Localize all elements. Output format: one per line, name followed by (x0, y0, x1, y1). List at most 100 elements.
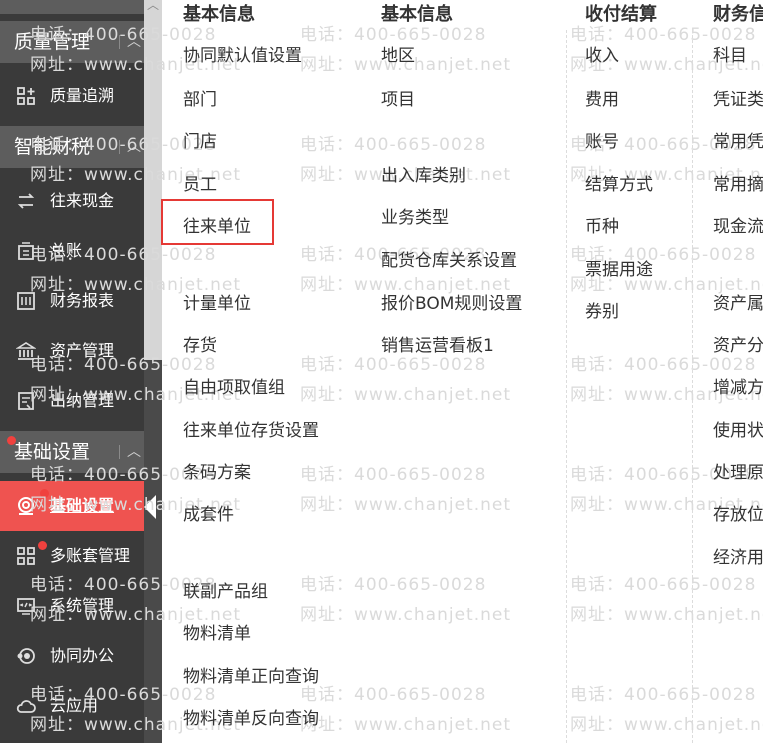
sidebar-group-basic-settings[interactable]: 基础设置 ︿ (0, 431, 144, 473)
sidebar-item-multi-account[interactable]: 多账套管理 (0, 531, 144, 581)
menu-item[interactable]: 物料清单正向查询 (183, 662, 319, 687)
collab-icon (17, 648, 35, 664)
sidebar-item-label: 总账 (50, 241, 83, 260)
menu-item[interactable]: 账号 (585, 127, 619, 152)
settings-icon (18, 497, 34, 515)
scroll-up-icon[interactable]: ︿ (144, 0, 162, 12)
menu-item[interactable]: 物料清单 (183, 619, 251, 644)
menu-item[interactable]: 凭证类 (713, 85, 763, 110)
sidebar-item-label: 财务报表 (50, 291, 115, 310)
sidebar-group-label: 智能财税 (14, 136, 91, 158)
menu-item[interactable]: 科目 (713, 41, 747, 66)
sidebar-item-basic-settings[interactable]: 基础设置 (0, 481, 144, 531)
menu-item[interactable]: 收入 (585, 41, 619, 66)
menu-item[interactable]: 配货仓库关系设置 (381, 246, 517, 271)
sidebar-item-label: 云应用 (50, 696, 99, 715)
chevron-up-icon[interactable]: ︿ (124, 126, 144, 168)
menu-item[interactable]: 门店 (183, 127, 217, 152)
sidebar-item-quality-trace[interactable]: 质量追溯 (0, 71, 144, 121)
sidebar-group-tax[interactable]: 智能财税 ︿ (0, 126, 144, 168)
sidebar-item-cashier[interactable]: 出纳管理 (0, 376, 144, 426)
menu-item[interactable]: 经济用 (713, 543, 763, 568)
menu-item[interactable]: 资产分 (713, 331, 763, 356)
watermark-phone: 电话：400-665-0028 (570, 575, 757, 595)
scrollbar-lower (144, 360, 162, 743)
watermark-web: 网址：www.chanjet.net (300, 385, 512, 405)
sidebar-item-cloud[interactable]: 云应用 (0, 681, 144, 731)
sidebar-item-label: 质量追溯 (50, 86, 115, 105)
watermark-web: 网址：www.chanjet.net (570, 715, 763, 735)
chevron-up-icon[interactable]: ︿ (124, 431, 144, 473)
sidebar-top-partial (0, 0, 144, 14)
menu-item[interactable]: 协同默认值设置 (183, 41, 302, 66)
menu-item[interactable]: 联副产品组 (183, 577, 268, 602)
notification-dot (40, 489, 49, 498)
multi-account-icon (17, 547, 35, 565)
sidebar: 质量管理 ︿ 质量追溯 智能财税 ︿ 往来现金 总账 财务报表 资产管理 出纳管… (0, 0, 144, 743)
sidebar-group-quality[interactable]: 质量管理 ︿ (0, 21, 144, 63)
sidebar-item-asset[interactable]: 资产管理 (0, 326, 144, 376)
sidebar-item-label: 基础设置 (50, 496, 115, 515)
menu-item[interactable]: 常用凭 (713, 127, 763, 152)
menu-item[interactable]: 销售运营看板1 (381, 331, 494, 356)
menu-item[interactable]: 条码方案 (183, 458, 251, 483)
column-title: 基本信息 (183, 4, 255, 25)
sidebar-item-label: 多账套管理 (50, 546, 131, 565)
sidebar-item-report[interactable]: 财务报表 (0, 276, 144, 326)
sidebar-item-label: 系统管理 (50, 596, 115, 615)
menu-item[interactable]: 现金流 (713, 212, 763, 237)
sidebar-item-cash[interactable]: 往来现金 (0, 176, 144, 226)
sidebar-group-label: 质量管理 (14, 31, 91, 53)
watermark-phone: 电话：400-665-0028 (300, 465, 487, 485)
menu-item[interactable]: 增减方 (713, 373, 763, 398)
column-title: 财务信 (713, 4, 763, 25)
scrollbar-thumb[interactable] (144, 0, 162, 360)
menu-item[interactable]: 资产属 (713, 289, 763, 314)
menu-item[interactable]: 成套件 (183, 500, 234, 525)
menu-item[interactable]: 结算方式 (585, 170, 653, 195)
sidebar-item-collab[interactable]: 协同办公 (0, 631, 144, 681)
sidebar-item-label: 出纳管理 (50, 391, 115, 410)
menu-item[interactable]: 存货 (183, 331, 217, 356)
report-icon (17, 292, 35, 310)
watermark-web: 网址：www.chanjet.net (300, 495, 512, 515)
menu-item[interactable]: 币种 (585, 212, 619, 237)
menu-item[interactable]: 自由项取值组 (183, 373, 285, 398)
sidebar-group-separator (119, 140, 120, 154)
chevron-up-icon[interactable]: ︿ (124, 21, 144, 63)
menu-item[interactable]: 部门 (183, 85, 217, 110)
menu-item[interactable]: 地区 (381, 41, 415, 66)
sidebar-item-system[interactable]: 系统管理 (0, 581, 144, 631)
system-icon (17, 598, 35, 615)
menu-item[interactable]: 项目 (381, 85, 415, 110)
menu-item[interactable]: 常用摘 (713, 170, 763, 195)
menu-item[interactable]: 报价BOM规则设置 (381, 289, 522, 314)
column-divider (566, 30, 567, 743)
menu-item[interactable]: 往来单位存货设置 (183, 416, 319, 441)
highlight-box (161, 199, 274, 245)
watermark-web: 网址：www.chanjet.net (300, 715, 512, 735)
cloud-icon (16, 700, 36, 713)
sidebar-item-label: 资产管理 (50, 341, 115, 360)
menu-item[interactable]: 计量单位 (183, 289, 251, 314)
menu-item[interactable]: 员工 (183, 170, 217, 195)
sidebar-group-label: 基础设置 (14, 441, 91, 463)
watermark-phone: 电话：400-665-0028 (570, 685, 757, 705)
column-title: 基本信息 (381, 4, 453, 25)
exchange-icon (17, 193, 35, 209)
menu-item[interactable]: 存放位 (713, 500, 763, 525)
menu-item[interactable]: 物料清单反向查询 (183, 704, 319, 729)
sidebar-item-ledger[interactable]: 总账 (0, 226, 144, 276)
menu-item[interactable]: 票据用途 (585, 255, 653, 280)
menu-item[interactable]: 券别 (585, 297, 619, 322)
watermark-web: 网址：www.chanjet.net (300, 605, 512, 625)
grid-icon (17, 87, 35, 105)
active-pointer (144, 495, 156, 519)
menu-item[interactable]: 费用 (585, 85, 619, 110)
menu-item[interactable]: 使用状 (713, 416, 763, 441)
sidebar-group-separator (119, 445, 120, 459)
menu-item[interactable]: 业务类型 (381, 203, 449, 228)
menu-item[interactable]: 出入库类别 (381, 161, 466, 186)
watermark-phone: 电话：400-665-0028 (300, 575, 487, 595)
menu-item[interactable]: 处理原 (713, 458, 763, 483)
